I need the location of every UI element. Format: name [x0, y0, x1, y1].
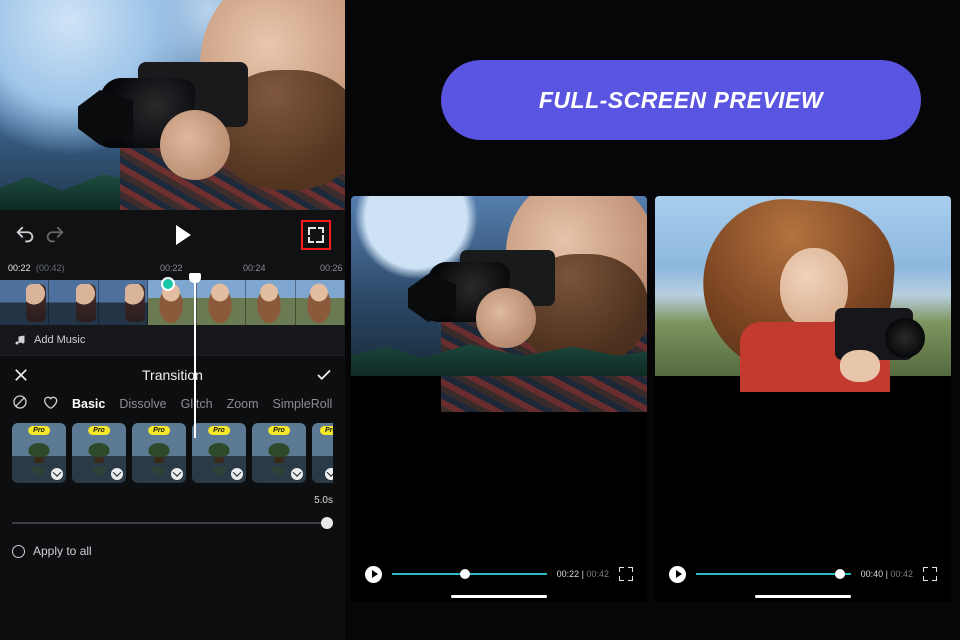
time-tick: 00:22 [160, 263, 183, 273]
playhead-line [194, 278, 196, 438]
tab-dissolve[interactable]: Dissolve [119, 397, 166, 411]
preview-video-b[interactable] [655, 196, 951, 376]
fullscreen-preview-banner: FULL-SCREEN PREVIEW [441, 60, 921, 140]
play-button[interactable] [365, 566, 382, 583]
play-button[interactable] [669, 566, 686, 583]
fullscreen-icon [308, 227, 324, 243]
undo-icon[interactable] [14, 224, 36, 246]
home-indicator [451, 595, 547, 599]
time-duration: (00:42) [36, 263, 65, 273]
pro-badge: Pro [208, 426, 230, 435]
download-icon[interactable] [171, 468, 183, 480]
transition-item[interactable]: Pro [252, 423, 306, 483]
clip-thumb[interactable] [246, 280, 295, 325]
preview-phone-b: 00:40 | 00:42 [655, 196, 951, 602]
download-icon[interactable] [51, 468, 63, 480]
fullscreen-icon[interactable] [619, 567, 633, 581]
radio-icon [12, 545, 25, 558]
showcase-pane: FULL-SCREEN PREVIEW 00:22 | 00:42 [345, 0, 960, 640]
confirm-icon[interactable] [315, 366, 333, 384]
download-icon[interactable] [325, 468, 333, 480]
tab-glitch[interactable]: Glitch [181, 397, 213, 411]
tab-basic[interactable]: Basic [72, 397, 105, 411]
pro-badge: Pro [268, 426, 290, 435]
editor-preview[interactable] [0, 0, 345, 210]
pro-badge: Pro [148, 426, 170, 435]
transition-item[interactable]: Pro [12, 423, 66, 483]
tab-zoom[interactable]: Zoom [227, 397, 259, 411]
editor-controls [0, 210, 345, 260]
clip-thumb[interactable] [49, 280, 98, 325]
preview-video-a[interactable] [351, 196, 647, 376]
download-icon[interactable] [291, 468, 303, 480]
close-icon[interactable] [12, 366, 30, 384]
apply-to-all-label: Apply to all [33, 544, 92, 558]
timeline-strip[interactable] [0, 280, 345, 325]
redo-icon[interactable] [44, 224, 66, 246]
fullscreen-icon[interactable] [923, 567, 937, 581]
transition-item[interactable]: Pro [192, 423, 246, 483]
download-icon[interactable] [231, 468, 243, 480]
download-icon[interactable] [111, 468, 123, 480]
seek-bar[interactable] [696, 573, 851, 575]
player-controls-a: 00:22 | 00:42 [365, 564, 633, 584]
time-tick: 00:24 [243, 263, 266, 273]
fullscreen-button-highlight[interactable] [301, 220, 331, 250]
clip-thumb[interactable] [296, 280, 345, 325]
add-music-label: Add Music [34, 334, 85, 346]
editor-pane: 00:22 (00:42) 00:22 00:24 00:26 Add Musi… [0, 0, 345, 640]
time-ruler[interactable]: 00:22 (00:42) 00:22 00:24 00:26 [0, 260, 345, 280]
add-music-row[interactable]: Add Music [0, 325, 345, 355]
clip-thumb[interactable] [0, 280, 49, 325]
time-current: 00:22 [8, 263, 31, 273]
seek-bar[interactable] [392, 573, 547, 575]
none-icon[interactable] [12, 394, 28, 413]
pro-badge: Pro [320, 426, 333, 435]
music-icon [14, 334, 26, 346]
play-button[interactable] [176, 225, 191, 245]
preview-phone-a: 00:22 | 00:42 [351, 196, 647, 602]
time-readout: 00:22 | 00:42 [557, 569, 609, 579]
time-tick: 00:26 [320, 263, 343, 273]
transition-item[interactable]: Pro [72, 423, 126, 483]
pro-badge: Pro [28, 426, 50, 435]
panel-title: Transition [30, 367, 315, 383]
transition-thumbs: Pro Pro Pro Pro Pro Pro [12, 423, 333, 485]
transition-duration-label: 5.0s [12, 495, 333, 506]
tab-simpleroll[interactable]: SimpleRoll [273, 397, 333, 411]
pro-badge: Pro [88, 426, 110, 435]
player-controls-b: 00:40 | 00:42 [669, 564, 937, 584]
transition-panel: Transition Basic Dissolve Glitch Zoom Si… [0, 355, 345, 640]
transition-tabs: Basic Dissolve Glitch Zoom SimpleRoll [12, 394, 333, 413]
apply-to-all-button[interactable]: Apply to all [12, 540, 333, 560]
transition-item[interactable]: Pro [312, 423, 333, 483]
favorite-icon[interactable] [42, 394, 58, 413]
home-indicator [755, 595, 851, 599]
transition-handle[interactable] [161, 277, 175, 291]
clip-thumb[interactable] [197, 280, 246, 325]
transition-item[interactable]: Pro [132, 423, 186, 483]
time-readout: 00:40 | 00:42 [861, 569, 913, 579]
clip-thumb[interactable] [99, 280, 148, 325]
transition-duration-slider[interactable] [12, 516, 333, 530]
